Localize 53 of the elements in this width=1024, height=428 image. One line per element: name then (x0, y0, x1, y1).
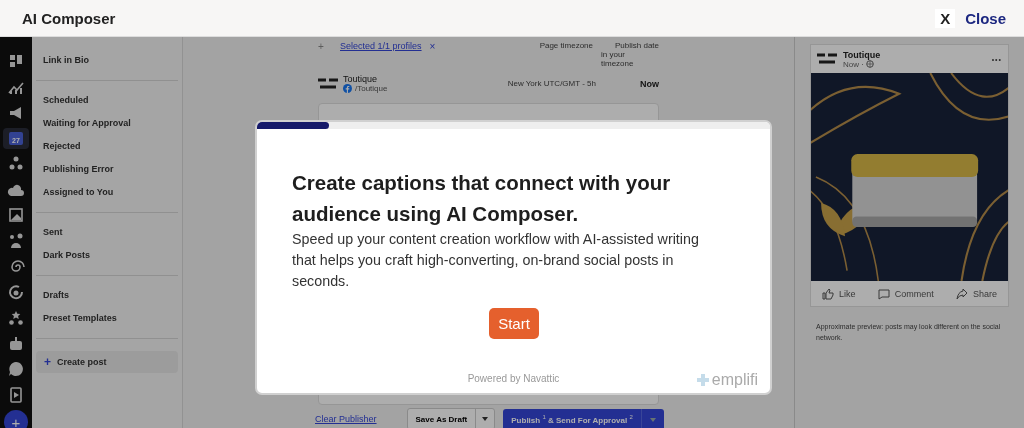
video-icon (7, 386, 25, 405)
sidebar-item[interactable]: Publishing Error (36, 158, 178, 181)
profile-handle: /Toutique (355, 84, 388, 93)
image-icon (7, 206, 25, 225)
share-button[interactable]: Share (955, 287, 997, 300)
sidebar-item[interactable]: Rejected (36, 135, 178, 158)
post-time: Now · (843, 59, 864, 69)
comment-icon (877, 287, 890, 300)
sidebar-item[interactable]: Waiting for Approval (36, 112, 178, 135)
stars-icon (7, 309, 25, 328)
close-key[interactable]: X (935, 8, 956, 28)
save-draft-dropdown[interactable]: Save As Draft (406, 408, 496, 428)
facebook-icon (343, 84, 352, 93)
column-header: in your timezone (601, 50, 635, 68)
save-as-draft-button[interactable]: Save As Draft (407, 409, 476, 428)
clear-icon[interactable]: × (429, 41, 436, 52)
publish-date-value: Now (639, 78, 659, 89)
refresh-icon (7, 283, 25, 302)
publish-button[interactable]: Publish $^{1}$ & Send For Approval $^{2}$ (503, 408, 664, 428)
column-header: Page timezone (538, 41, 593, 50)
page-name: Toutique (843, 49, 881, 60)
sidebar-item[interactable]: Assigned to You (36, 181, 178, 204)
person-nodes-icon (7, 232, 25, 251)
share-icon (955, 287, 968, 300)
start-button[interactable]: Start (489, 308, 539, 339)
create-post-button[interactable]: + Create post (36, 351, 178, 373)
powered-by-text: Powered by Navattic (467, 372, 560, 384)
comment-button[interactable]: Comment (877, 287, 934, 300)
chat-bubble-icon (7, 360, 25, 379)
clear-publisher-link[interactable]: Clear Publisher (315, 414, 377, 424)
add-button[interactable]: + (4, 410, 28, 428)
brand-name: emplifi (711, 371, 758, 389)
sidebar-item[interactable]: Scheduled (36, 89, 178, 112)
caret-icon (482, 417, 489, 421)
sidebar-item[interactable]: Sent (36, 221, 178, 244)
column-header: Publish date (614, 41, 659, 50)
robot-icon (7, 334, 25, 353)
profile-name: Toutique (343, 74, 379, 84)
profiles-link[interactable]: Selected 1/1 profiles (340, 41, 422, 51)
emplifi-logo-icon (695, 373, 710, 387)
globe-icon (865, 60, 874, 68)
caret-icon (649, 417, 656, 422)
sidebar-item[interactable]: Drafts (36, 284, 178, 307)
window-title: AI Composer (22, 9, 117, 27)
thumbs-up-icon (822, 287, 835, 300)
like-button[interactable]: Like (822, 287, 856, 300)
sidebar-item[interactable]: Link in Bio (36, 49, 178, 72)
dialog-title: Create captions that connect with your audience using AI Composer. (292, 170, 672, 227)
sidebar-item[interactable]: Preset Templates (36, 307, 178, 330)
close-button[interactable]: Close (965, 9, 1006, 27)
sidebar-item[interactable]: Dark Posts (36, 244, 178, 267)
dialog-description: Speed up your content creation workflow with AI-assisted writing that helps you craft high-converting, on-brand social posts in seconds. (292, 230, 700, 291)
timezone-value: New York UTC/GMT - 5h (506, 79, 596, 88)
